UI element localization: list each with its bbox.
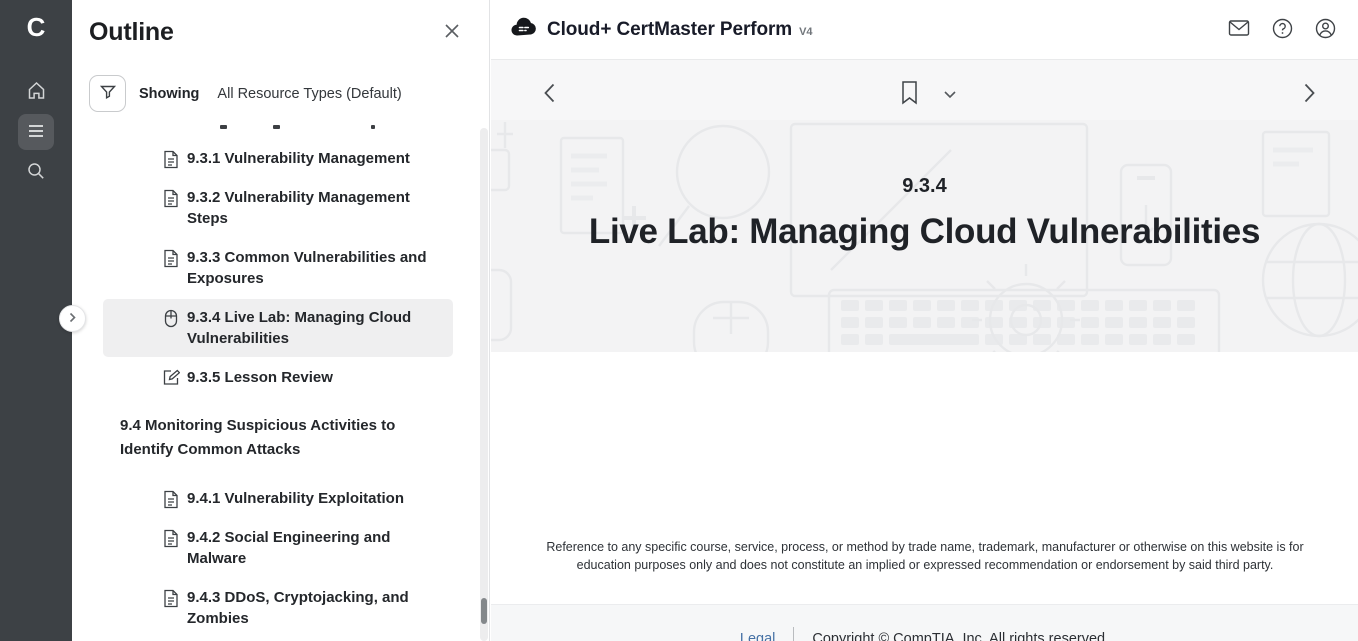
outline-item[interactable]: 9.4.1 Vulnerability Exploitation [103, 480, 453, 517]
close-outline-button[interactable] [439, 18, 465, 47]
outline-scrollbar-thumb[interactable] [481, 598, 487, 624]
comptia-logo[interactable]: C [27, 14, 46, 40]
home-button[interactable] [18, 74, 54, 110]
outline-scrollbar[interactable] [480, 128, 488, 641]
document-icon [163, 150, 180, 169]
document-icon [163, 490, 180, 509]
account-icon [1315, 18, 1336, 42]
outline-item[interactable]: 9.4.2 Social Engineering and Malware [103, 519, 453, 577]
outline-item-label: 9.4.2 Social Engineering and Malware [187, 527, 445, 569]
search-icon [26, 161, 46, 184]
outline-item-label: 9.3.2 Vulnerability Management Steps [187, 187, 445, 229]
scrolled-text-remnant [371, 125, 375, 129]
lesson-banner: 9.3.4 Live Lab: Managing Cloud Vulnerabi… [491, 120, 1358, 352]
lesson-title: Live Lab: Managing Cloud Vulnerabilities [491, 212, 1358, 252]
outline-item-label: 9.4.3 DDoS, Cryptojacking, and Zombies [187, 587, 445, 629]
content-header: Cloud+ CertMaster Perform V4 [491, 0, 1358, 60]
outline-item[interactable]: 9.3.4 Live Lab: Managing Cloud Vulnerabi… [103, 299, 453, 357]
outline-section-header[interactable]: 9.4 Monitoring Suspicious Activities to … [103, 406, 453, 470]
chevron-right-icon [68, 311, 77, 326]
messages-button[interactable] [1226, 17, 1252, 42]
main-content: Cloud+ CertMaster Perform V4 [491, 0, 1358, 641]
outline-menu-button[interactable] [18, 114, 54, 150]
lesson-number: 9.3.4 [491, 175, 1358, 198]
outline-item-label: 9.4 Monitoring Suspicious Activities to … [120, 414, 445, 462]
header-actions [1226, 16, 1338, 44]
document-icon [163, 249, 180, 268]
funnel-icon [99, 83, 117, 104]
legal-link[interactable]: Legal [740, 631, 775, 641]
filter-button[interactable] [89, 75, 126, 112]
account-button[interactable] [1313, 16, 1338, 44]
app: C Outline [0, 0, 1358, 641]
edit-icon [163, 369, 180, 386]
mouse-icon [163, 309, 180, 328]
hamburger-menu-icon [26, 123, 46, 142]
cloud-product-icon [510, 16, 538, 43]
outline-panel-title: Outline [89, 18, 174, 47]
copyright-text: Copyright © CompTIA, Inc. All rights res… [812, 631, 1109, 641]
outline-item[interactable]: 9.3.2 Vulnerability Management Steps [103, 179, 453, 237]
outline-item-label: 9.3.3 Common Vulnerabilities and Exposur… [187, 247, 445, 289]
outline-item-label: 9.3.1 Vulnerability Management [187, 148, 410, 169]
outline-item-label: 9.3.4 Live Lab: Managing Cloud Vulnerabi… [187, 307, 445, 349]
outline-panel: Outline Showing All Resource Types (Defa… [72, 0, 490, 641]
next-page-button[interactable] [1299, 78, 1320, 111]
bookmark-button[interactable] [896, 76, 923, 113]
bookmark-menu-button[interactable] [939, 83, 961, 106]
product-title: Cloud+ CertMaster Perform [547, 19, 792, 41]
chevron-down-icon [943, 87, 957, 102]
scrolled-text-remnant [220, 125, 227, 129]
outline-item[interactable]: 9.3.1 Vulnerability Management [103, 140, 453, 177]
filter-row: Showing All Resource Types (Default) [89, 75, 489, 112]
footer-divider [793, 627, 794, 641]
lesson-toolbar [491, 60, 1358, 120]
showing-label: Showing [139, 86, 199, 102]
help-button[interactable] [1270, 16, 1295, 44]
outline-item-label: 9.4.1 Vulnerability Exploitation [187, 488, 404, 509]
search-button[interactable] [18, 154, 54, 190]
chevron-left-icon [543, 82, 556, 107]
help-icon [1272, 18, 1293, 42]
product-brand: Cloud+ CertMaster Perform V4 [510, 16, 813, 43]
outline-item[interactable]: 9.3.3 Common Vulnerabilities and Exposur… [103, 239, 453, 297]
mail-icon [1228, 19, 1250, 40]
home-icon [26, 80, 47, 104]
outline-item[interactable]: 9.3.5 Lesson Review [103, 359, 453, 396]
disclaimer-text: Reference to any specific course, servic… [540, 538, 1310, 574]
outline-item[interactable]: 9.4.3 DDoS, Cryptojacking, and Zombies [103, 579, 453, 637]
close-icon [443, 28, 461, 43]
document-icon [163, 529, 180, 548]
previous-page-button[interactable] [539, 78, 560, 111]
document-icon [163, 189, 180, 208]
collapse-outline-button[interactable] [59, 305, 86, 332]
scrolled-text-remnant [273, 125, 280, 129]
product-version: V4 [799, 26, 812, 38]
outline-item-label: 9.3.5 Lesson Review [187, 367, 333, 388]
content-footer: Legal Copyright © CompTIA, Inc. All righ… [491, 604, 1358, 641]
document-icon [163, 589, 180, 608]
bookmark-icon [900, 80, 919, 109]
filter-value[interactable]: All Resource Types (Default) [217, 86, 401, 102]
outline-list: 9.3.1 Vulnerability Management 9.3.2 Vuln… [72, 138, 489, 641]
chevron-right-icon [1303, 82, 1316, 107]
